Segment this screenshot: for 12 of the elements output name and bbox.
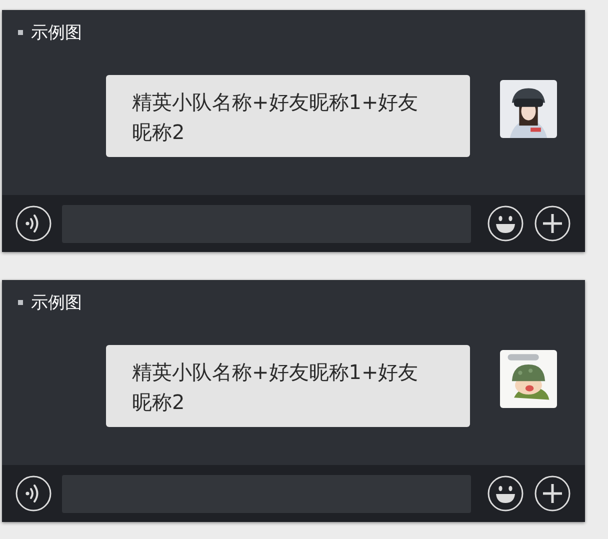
bullet-icon bbox=[18, 30, 23, 35]
voice-icon[interactable] bbox=[15, 205, 52, 242]
plus-icon[interactable] bbox=[534, 205, 571, 242]
panel-title: 示例图 bbox=[31, 22, 82, 44]
bullet-icon bbox=[18, 300, 23, 305]
message-bubble: 精英小队名称+好友昵称1+好友昵称2 bbox=[106, 345, 470, 427]
plus-icon[interactable] bbox=[534, 475, 571, 512]
smiley-icon[interactable] bbox=[487, 475, 524, 512]
voice-icon[interactable] bbox=[15, 475, 52, 512]
smiley-icon[interactable] bbox=[487, 205, 524, 242]
message-bubble: 精英小队名称+好友昵称1+好友昵称2 bbox=[106, 75, 470, 157]
panel-title: 示例图 bbox=[31, 292, 82, 314]
